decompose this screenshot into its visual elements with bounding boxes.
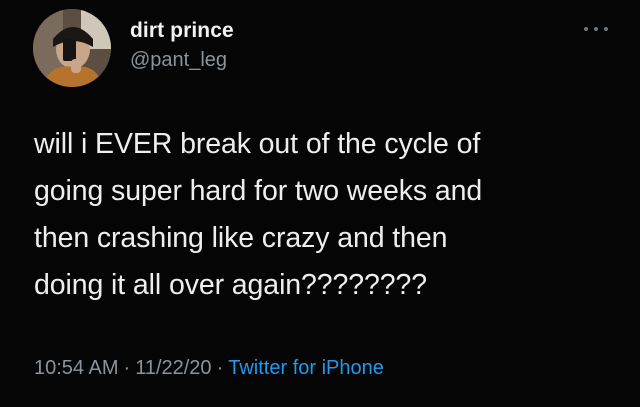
tweet-text-line: going super hard for two weeks and <box>34 175 483 207</box>
more-horizontal-icon[interactable] <box>584 25 608 33</box>
meta-separator: · <box>216 357 224 379</box>
more-dot <box>604 27 608 31</box>
tweet-date[interactable]: 11/22/20 <box>135 357 211 379</box>
author-handle[interactable]: @pant_leg <box>130 49 227 72</box>
tweet-source-link[interactable]: Twitter for iPhone <box>228 357 384 379</box>
tweet-card: dirt prince @pant_leg will i EVER break … <box>0 0 640 407</box>
avatar-image <box>33 9 111 87</box>
avatar[interactable] <box>33 9 111 87</box>
tweet-text: will i EVER break out of the cycle of go… <box>34 121 614 309</box>
meta-separator: · <box>123 357 131 379</box>
tweet-text-line: will i EVER break out of the cycle of <box>34 128 481 160</box>
tweet-metadata: 10:54 AM · 11/22/20 · Twitter for iPhone <box>34 357 384 380</box>
tweet-time[interactable]: 10:54 AM <box>34 357 119 379</box>
author-display-name[interactable]: dirt prince <box>130 19 234 43</box>
tweet-text-line: then crashing like crazy and then <box>34 222 448 254</box>
more-dot <box>584 27 588 31</box>
tweet-text-line: doing it all over again???????? <box>34 269 428 301</box>
more-dot <box>594 27 598 31</box>
